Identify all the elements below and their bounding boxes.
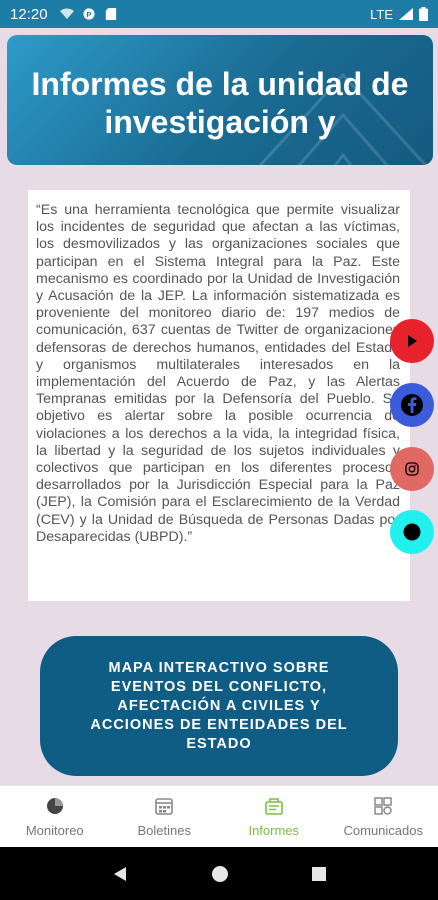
instagram-button[interactable] xyxy=(390,447,434,491)
app-notification-icon: P xyxy=(82,8,95,20)
facebook-icon xyxy=(401,394,423,416)
nav-item-comunicados[interactable]: Comunicados xyxy=(329,786,438,847)
youtube-icon xyxy=(408,335,417,347)
system-navigation-bar xyxy=(0,847,438,900)
youtube-button[interactable] xyxy=(390,319,434,363)
nav-item-monitoreo[interactable]: Monitoreo xyxy=(0,786,110,847)
back-icon[interactable] xyxy=(111,865,129,883)
pie-chart-icon xyxy=(46,798,63,814)
grid-icon xyxy=(374,797,392,815)
facebook-button[interactable] xyxy=(390,383,434,427)
home-icon[interactable] xyxy=(211,865,229,883)
interactive-map-button[interactable]: MAPA INTERACTIVO SOBRE EVENTOS DEL CONFL… xyxy=(40,636,398,776)
wifi-icon xyxy=(59,8,74,19)
status-system-icons: LTE xyxy=(370,7,428,22)
svg-text:P: P xyxy=(86,10,91,19)
bottom-navigation: Monitoreo Boletines Informes Comunicados xyxy=(0,785,438,847)
interactive-map-button-label: MAPA INTERACTIVO SOBRE EVENTOS DEL CONFL… xyxy=(90,659,348,752)
nav-label-monitoreo: Monitoreo xyxy=(25,823,84,838)
sd-card-icon xyxy=(105,8,116,20)
header-banner: Informes de la unidad de investigación y xyxy=(7,35,433,165)
nav-label-comunicados: Comunicados xyxy=(343,823,424,838)
status-time: 12:20 xyxy=(10,5,48,23)
battery-icon xyxy=(419,7,428,21)
calendar-icon xyxy=(155,798,174,815)
extra-social-button[interactable] xyxy=(390,510,434,554)
recents-icon[interactable] xyxy=(311,866,327,882)
signal-icon xyxy=(399,8,413,20)
status-bar: 12:20 P LTE xyxy=(0,0,438,28)
report-icon xyxy=(264,798,283,815)
nav-label-boletines: Boletines xyxy=(137,823,191,838)
description-text: “Es una herramienta tecnológica que perm… xyxy=(36,202,400,545)
network-type: LTE xyxy=(370,6,393,22)
status-notification-icons: P xyxy=(59,8,118,20)
nav-item-informes[interactable]: Informes xyxy=(219,786,329,847)
nav-item-boletines[interactable]: Boletines xyxy=(110,786,220,847)
dot-icon xyxy=(403,523,421,541)
nav-label-informes: Informes xyxy=(248,823,300,838)
instagram-icon xyxy=(405,462,419,476)
page-title: Informes de la unidad de investigación y xyxy=(31,66,409,140)
description-card: “Es una herramienta tecnológica que perm… xyxy=(28,190,410,601)
